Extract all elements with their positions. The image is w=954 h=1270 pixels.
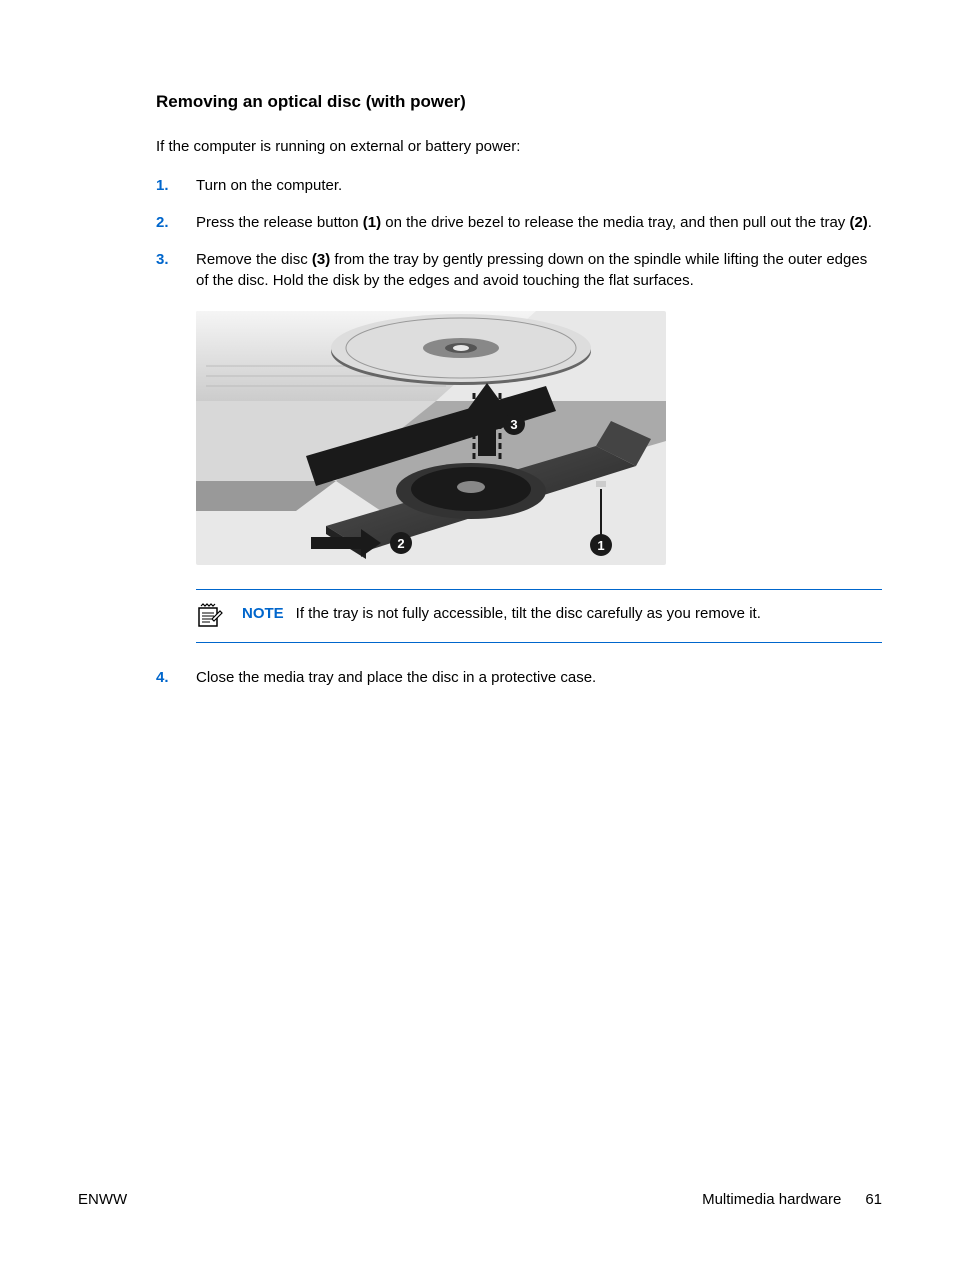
step-item: 1. Turn on the computer. xyxy=(156,175,882,196)
section-title: Removing an optical disc (with power) xyxy=(156,92,882,112)
step-item: 4. Close the media tray and place the di… xyxy=(156,667,882,688)
svg-text:1: 1 xyxy=(597,538,604,553)
step-text: Close the media tray and place the disc … xyxy=(196,667,882,688)
intro-text: If the computer is running on external o… xyxy=(156,136,882,157)
note-label: NOTE xyxy=(242,605,284,622)
step-item: 2. Press the release button (1) on the d… xyxy=(156,212,882,233)
step-item: 3. Remove the disc (3) from the tray by … xyxy=(156,249,882,291)
step-number: 4. xyxy=(156,667,196,688)
note-text: NOTEIf the tray is not fully accessible,… xyxy=(242,602,882,622)
step-text: Remove the disc (3) from the tray by gen… xyxy=(196,249,882,291)
note-box: NOTEIf the tray is not fully accessible,… xyxy=(196,589,882,643)
step-number: 1. xyxy=(156,175,196,196)
step-text: Turn on the computer. xyxy=(196,175,882,196)
footer-section: Multimedia hardware xyxy=(702,1191,841,1208)
optical-drive-illustration: 1 2 3 xyxy=(196,311,666,565)
step-number: 2. xyxy=(156,212,196,233)
footer-page-number: 61 xyxy=(865,1191,882,1208)
page-footer: ENWW Multimedia hardware 61 xyxy=(78,1191,882,1208)
footer-left: ENWW xyxy=(78,1191,127,1208)
svg-text:2: 2 xyxy=(397,536,404,551)
note-icon xyxy=(196,602,224,630)
step-number: 3. xyxy=(156,249,196,291)
step-text: Press the release button (1) on the driv… xyxy=(196,212,882,233)
svg-text:3: 3 xyxy=(510,417,517,432)
